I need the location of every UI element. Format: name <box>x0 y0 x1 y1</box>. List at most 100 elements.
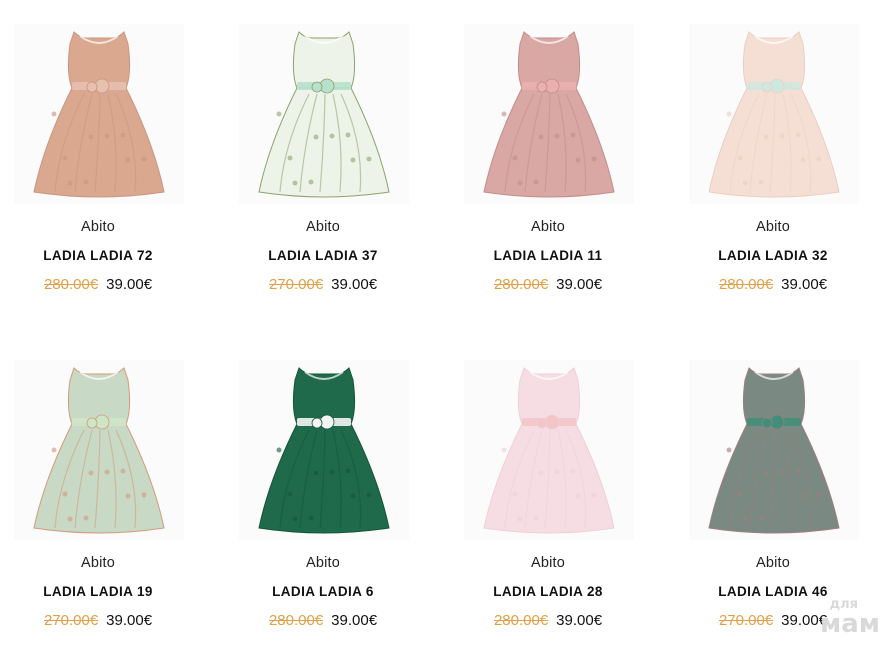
fabric-dot <box>120 468 126 474</box>
product-name[interactable]: LADIA LADIA 37 <box>225 248 421 263</box>
fabric-dot <box>308 179 314 185</box>
product-image[interactable] <box>464 360 634 540</box>
fabric-dot <box>800 493 806 499</box>
fabric-dot <box>62 155 68 161</box>
fabric-dot <box>120 132 126 138</box>
fabric-dot <box>83 515 89 521</box>
fabric-dot <box>726 447 732 453</box>
fabric-dot <box>141 492 147 498</box>
dress-flower <box>86 417 98 429</box>
product-price: 280.00€ 39.00€ <box>225 612 421 629</box>
product-card[interactable]: Abito LADIA LADIA 19 270.00€ 39.00€ <box>0 336 225 649</box>
product-name[interactable]: LADIA LADIA 19 <box>0 584 196 599</box>
fabric-dot <box>292 180 298 186</box>
fabric-dot <box>51 447 57 453</box>
fabric-dot <box>287 491 293 497</box>
fabric-dot <box>287 155 293 161</box>
fabric-dot <box>742 516 748 522</box>
product-card[interactable]: Abito LADIA LADIA 11 280.00€ 39.00€ <box>450 0 675 320</box>
fabric-dot <box>758 515 764 521</box>
fabric-dot <box>62 491 68 497</box>
fabric-dot <box>575 157 581 163</box>
dress-image <box>483 31 615 198</box>
product-image[interactable] <box>689 24 859 204</box>
product-name[interactable]: LADIA LADIA 11 <box>450 248 646 263</box>
fabric-dot <box>350 157 356 163</box>
fabric-dot <box>737 491 743 497</box>
fabric-dot <box>88 134 94 140</box>
fabric-dot <box>763 134 769 140</box>
product-category: Abito <box>530 555 566 571</box>
product-image[interactable] <box>464 24 634 204</box>
fabric-dot <box>512 491 518 497</box>
product-card[interactable]: Abito LADIA LADIA 32 280.00€ 39.00€ <box>675 0 894 320</box>
product-price: 280.00€ 39.00€ <box>450 612 646 629</box>
dress-skirt <box>33 87 165 198</box>
dress-image <box>258 367 390 534</box>
fabric-dot <box>554 133 560 139</box>
fabric-dot <box>104 133 110 139</box>
fabric-dot <box>517 516 523 522</box>
fabric-dot <box>345 132 351 138</box>
product-name[interactable]: LADIA LADIA 72 <box>0 248 196 263</box>
fabric-dot <box>125 157 131 163</box>
fabric-dot <box>366 156 372 162</box>
old-price: 270.00€ <box>718 612 774 629</box>
sale-price: 39.00€ <box>106 276 153 293</box>
sale-price: 39.00€ <box>331 612 378 629</box>
dress-flower <box>536 417 548 429</box>
fabric-dot <box>329 469 335 475</box>
fabric-dot <box>533 179 539 185</box>
fabric-dot <box>538 470 544 476</box>
product-image[interactable] <box>14 360 184 540</box>
fabric-dot <box>366 492 372 498</box>
fabric-dot <box>67 516 73 522</box>
fabric-dot <box>816 492 822 498</box>
fabric-dot <box>104 469 110 475</box>
dress-image <box>33 31 165 198</box>
fabric-dot <box>501 447 507 453</box>
fabric-dot <box>276 447 282 453</box>
fabric-dot <box>795 468 801 474</box>
product-name[interactable]: LADIA LADIA 46 <box>675 584 871 599</box>
fabric-dot <box>88 470 94 476</box>
old-price: 270.00€ <box>43 612 99 629</box>
product-card[interactable]: Abito LADIA LADIA 6 280.00€ 39.00€ <box>225 336 450 649</box>
fabric-dot <box>83 179 89 185</box>
product-card[interactable]: Abito LADIA LADIA 37 270.00€ 39.00€ <box>225 0 450 320</box>
fabric-dot <box>570 132 576 138</box>
product-category: Abito <box>305 219 341 235</box>
product-name[interactable]: LADIA LADIA 28 <box>450 584 646 599</box>
fabric-dot <box>758 179 764 185</box>
product-image[interactable] <box>689 360 859 540</box>
dress-image <box>33 367 165 534</box>
dress-flower <box>761 81 773 93</box>
sale-price: 39.00€ <box>781 612 828 629</box>
sale-price: 39.00€ <box>781 276 828 293</box>
dress-image <box>258 31 390 198</box>
dress-skirt <box>33 423 165 534</box>
product-price: 280.00€ 39.00€ <box>450 276 646 293</box>
product-image[interactable] <box>14 24 184 204</box>
fabric-dot <box>517 180 523 186</box>
dress-skirt <box>708 87 840 198</box>
old-price: 280.00€ <box>43 276 99 293</box>
dress-flower <box>761 417 773 429</box>
fabric-dot <box>737 155 743 161</box>
product-name[interactable]: LADIA LADIA 32 <box>675 248 871 263</box>
product-image[interactable] <box>239 24 409 204</box>
dress-skirt <box>258 87 390 198</box>
old-price: 280.00€ <box>493 276 549 293</box>
fabric-dot <box>533 515 539 521</box>
product-card[interactable]: Abito LADIA LADIA 72 280.00€ 39.00€ <box>0 0 225 320</box>
fabric-dot <box>763 470 769 476</box>
product-price: 270.00€ 39.00€ <box>0 612 196 629</box>
product-card[interactable]: Abito LADIA LADIA 46 270.00€ 39.00€ <box>675 336 894 649</box>
product-image[interactable] <box>239 360 409 540</box>
fabric-dot <box>779 133 785 139</box>
sale-price: 39.00€ <box>106 612 153 629</box>
fabric-dot <box>554 469 560 475</box>
product-category: Abito <box>755 219 791 235</box>
product-name[interactable]: LADIA LADIA 6 <box>225 584 421 599</box>
product-card[interactable]: Abito LADIA LADIA 28 280.00€ 39.00€ <box>450 336 675 649</box>
